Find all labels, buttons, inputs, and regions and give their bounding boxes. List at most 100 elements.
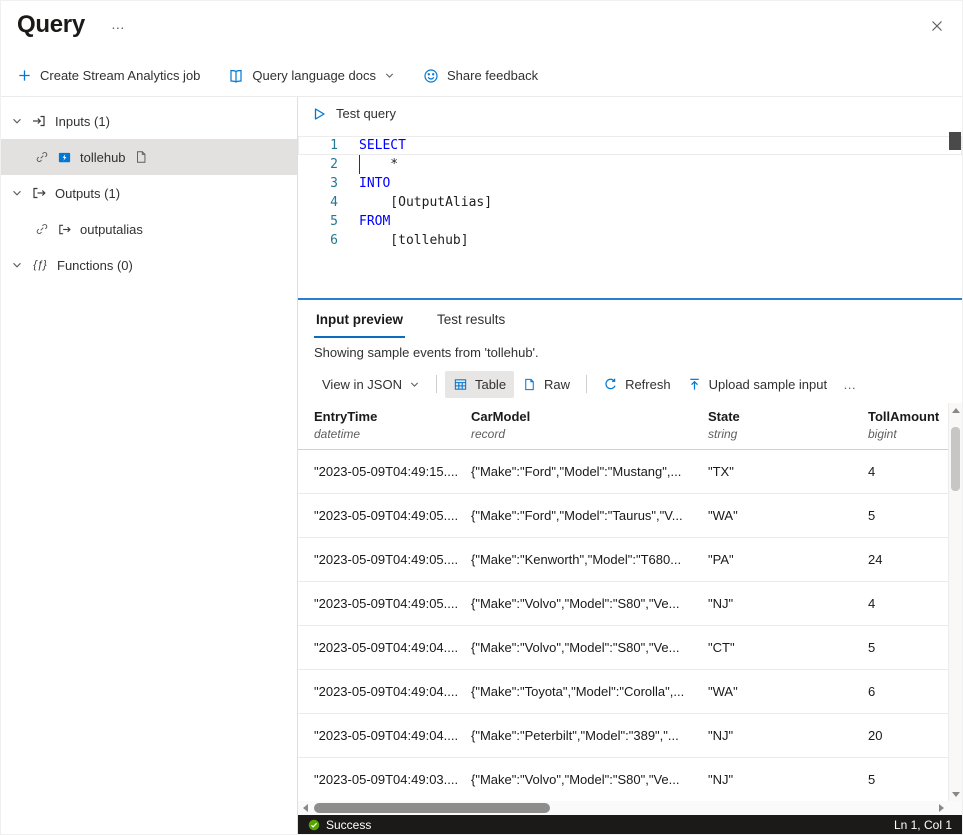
- run-bar: Test query: [298, 97, 962, 130]
- cell-tollamount: 4: [868, 596, 944, 611]
- cell-tollamount: 20: [868, 728, 944, 743]
- cell-entrytime: "2023-05-09T04:49:05....: [314, 596, 471, 611]
- cell-carmodel: {"Make":"Peterbilt","Model":"389","...: [471, 728, 708, 743]
- column-header-tollamount[interactable]: TollAmount bigint: [868, 409, 944, 449]
- cell-tollamount: 24: [868, 552, 944, 567]
- cell-carmodel: {"Make":"Ford","Model":"Taurus","V...: [471, 508, 708, 523]
- tab-input-preview[interactable]: Input preview: [314, 312, 405, 338]
- event-hub-icon: [57, 150, 72, 165]
- create-stream-analytics-job-button[interactable]: Create Stream Analytics job: [17, 68, 200, 83]
- functions-label: Functions (0): [57, 258, 133, 273]
- cell-state: "NJ": [708, 772, 868, 787]
- column-header-state[interactable]: State string: [708, 409, 868, 449]
- window-more-button[interactable]: …: [111, 17, 125, 31]
- code-text: [OutputAlias]: [359, 193, 492, 212]
- scroll-left-button[interactable]: [298, 801, 312, 815]
- cell-tollamount: 4: [868, 464, 944, 479]
- cell-state: "WA": [708, 684, 868, 699]
- outputs-label: Outputs (1): [55, 186, 120, 201]
- query-panel: Test query 1SELECT 2 *: [298, 97, 962, 835]
- test-query-button[interactable]: Test query: [311, 106, 396, 122]
- sidebar-item-tollehub[interactable]: tollehub: [1, 139, 297, 175]
- resource-tree: Inputs (1) tollehub Outputs (1) outputal…: [1, 97, 298, 835]
- play-icon: [311, 106, 327, 122]
- horizontal-scroll-thumb[interactable]: [314, 803, 550, 813]
- table-row: "2023-05-09T04:49:05.... {"Make":"Kenwor…: [298, 538, 962, 582]
- code-line[interactable]: 6 [tollehub]: [298, 231, 962, 250]
- scroll-right-button[interactable]: [934, 801, 948, 815]
- code-line[interactable]: 4 [OutputAlias]: [298, 193, 962, 212]
- cell-carmodel: {"Make":"Kenworth","Model":"T680...: [471, 552, 708, 567]
- status-bar: Success Ln 1, Col 1: [298, 815, 962, 835]
- cell-tollamount: 6: [868, 684, 944, 699]
- cell-state: "NJ": [708, 596, 868, 611]
- chevron-down-icon: [11, 187, 23, 199]
- status-success: Success: [308, 818, 371, 832]
- cell-entrytime: "2023-05-09T04:49:04....: [314, 640, 471, 655]
- triangle-down-icon: [952, 792, 960, 797]
- table-row: "2023-05-09T04:49:05.... {"Make":"Ford",…: [298, 494, 962, 538]
- column-type: datetime: [314, 427, 471, 441]
- sidebar-section-outputs[interactable]: Outputs (1): [1, 175, 297, 211]
- line-number: 2: [298, 155, 338, 174]
- close-button[interactable]: [928, 17, 946, 35]
- code-line[interactable]: 3 INTO: [298, 174, 962, 193]
- table-row: "2023-05-09T04:49:04.... {"Make":"Peterb…: [298, 714, 962, 758]
- view-in-json-dropdown[interactable]: View in JSON: [314, 371, 428, 398]
- toolbar-divider: [436, 375, 437, 393]
- upload-icon: [687, 377, 702, 392]
- column-header-carmodel[interactable]: CarModel record: [471, 409, 708, 449]
- document-icon: [522, 377, 537, 392]
- horizontal-scrollbar[interactable]: [298, 801, 962, 815]
- sidebar-section-inputs[interactable]: Inputs (1): [1, 103, 297, 139]
- sidebar-section-functions[interactable]: {ƒ} Functions (0): [1, 247, 297, 283]
- link-icon: [35, 150, 49, 164]
- chevron-down-icon: [11, 115, 23, 127]
- cell-entrytime: "2023-05-09T04:49:04....: [314, 684, 471, 699]
- docs-label: Query language docs: [252, 68, 376, 83]
- query-language-docs-button[interactable]: Query language docs: [228, 68, 395, 84]
- vertical-scroll-thumb[interactable]: [951, 427, 960, 491]
- table-view-label: Table: [475, 377, 506, 392]
- raw-view-button[interactable]: Raw: [514, 371, 578, 398]
- code-line[interactable]: 5FROM: [298, 212, 962, 231]
- tab-test-results[interactable]: Test results: [435, 312, 507, 338]
- smiley-icon: [423, 68, 439, 84]
- scroll-up-button[interactable]: [949, 403, 962, 417]
- outputs-icon: [31, 185, 47, 201]
- cell-carmodel: {"Make":"Volvo","Model":"S80","Ve...: [471, 772, 708, 787]
- view-in-json-label: View in JSON: [322, 377, 402, 392]
- editor-scrollbar-thumb[interactable]: [949, 132, 961, 150]
- upload-sample-input-button[interactable]: Upload sample input: [679, 371, 836, 398]
- table-row: "2023-05-09T04:49:04.... {"Make":"Toyota…: [298, 670, 962, 714]
- table-view-button[interactable]: Table: [445, 371, 514, 398]
- feedback-label: Share feedback: [447, 68, 538, 83]
- column-header-entrytime[interactable]: EntryTime datetime: [314, 409, 471, 449]
- cell-entrytime: "2023-05-09T04:49:05....: [314, 552, 471, 567]
- code-line[interactable]: 1SELECT: [298, 136, 962, 155]
- share-feedback-button[interactable]: Share feedback: [423, 68, 538, 84]
- sidebar-item-outputalias[interactable]: outputalias: [1, 211, 297, 247]
- line-number: 3: [298, 174, 338, 193]
- chevron-down-icon: [11, 259, 23, 271]
- scroll-down-button[interactable]: [949, 787, 962, 801]
- table-vertical-scrollbar[interactable]: [948, 403, 962, 801]
- query-window: Query … Create Stream Analytics job Quer…: [0, 0, 963, 835]
- cell-tollamount: 5: [868, 508, 944, 523]
- input-item-label: tollehub: [80, 150, 126, 165]
- code-keyword: FROM: [359, 212, 390, 231]
- upload-label: Upload sample input: [709, 377, 828, 392]
- triangle-up-icon: [952, 408, 960, 413]
- column-name: TollAmount: [868, 409, 944, 424]
- code-keyword: INTO: [359, 174, 390, 193]
- preview-more-button[interactable]: …: [835, 371, 865, 398]
- code-line[interactable]: 2 *: [298, 155, 962, 174]
- refresh-button[interactable]: Refresh: [595, 371, 679, 398]
- column-type: record: [471, 427, 708, 441]
- cursor-position: Ln 1, Col 1: [894, 818, 952, 832]
- code-editor[interactable]: 1SELECT 2 * 3 INTO 4 [OutputAlias]: [298, 130, 962, 298]
- code-keyword: SELECT: [359, 136, 406, 155]
- sample-file-icon[interactable]: [134, 150, 148, 164]
- triangle-left-icon: [303, 804, 308, 812]
- table-row: "2023-05-09T04:49:05.... {"Make":"Volvo"…: [298, 582, 962, 626]
